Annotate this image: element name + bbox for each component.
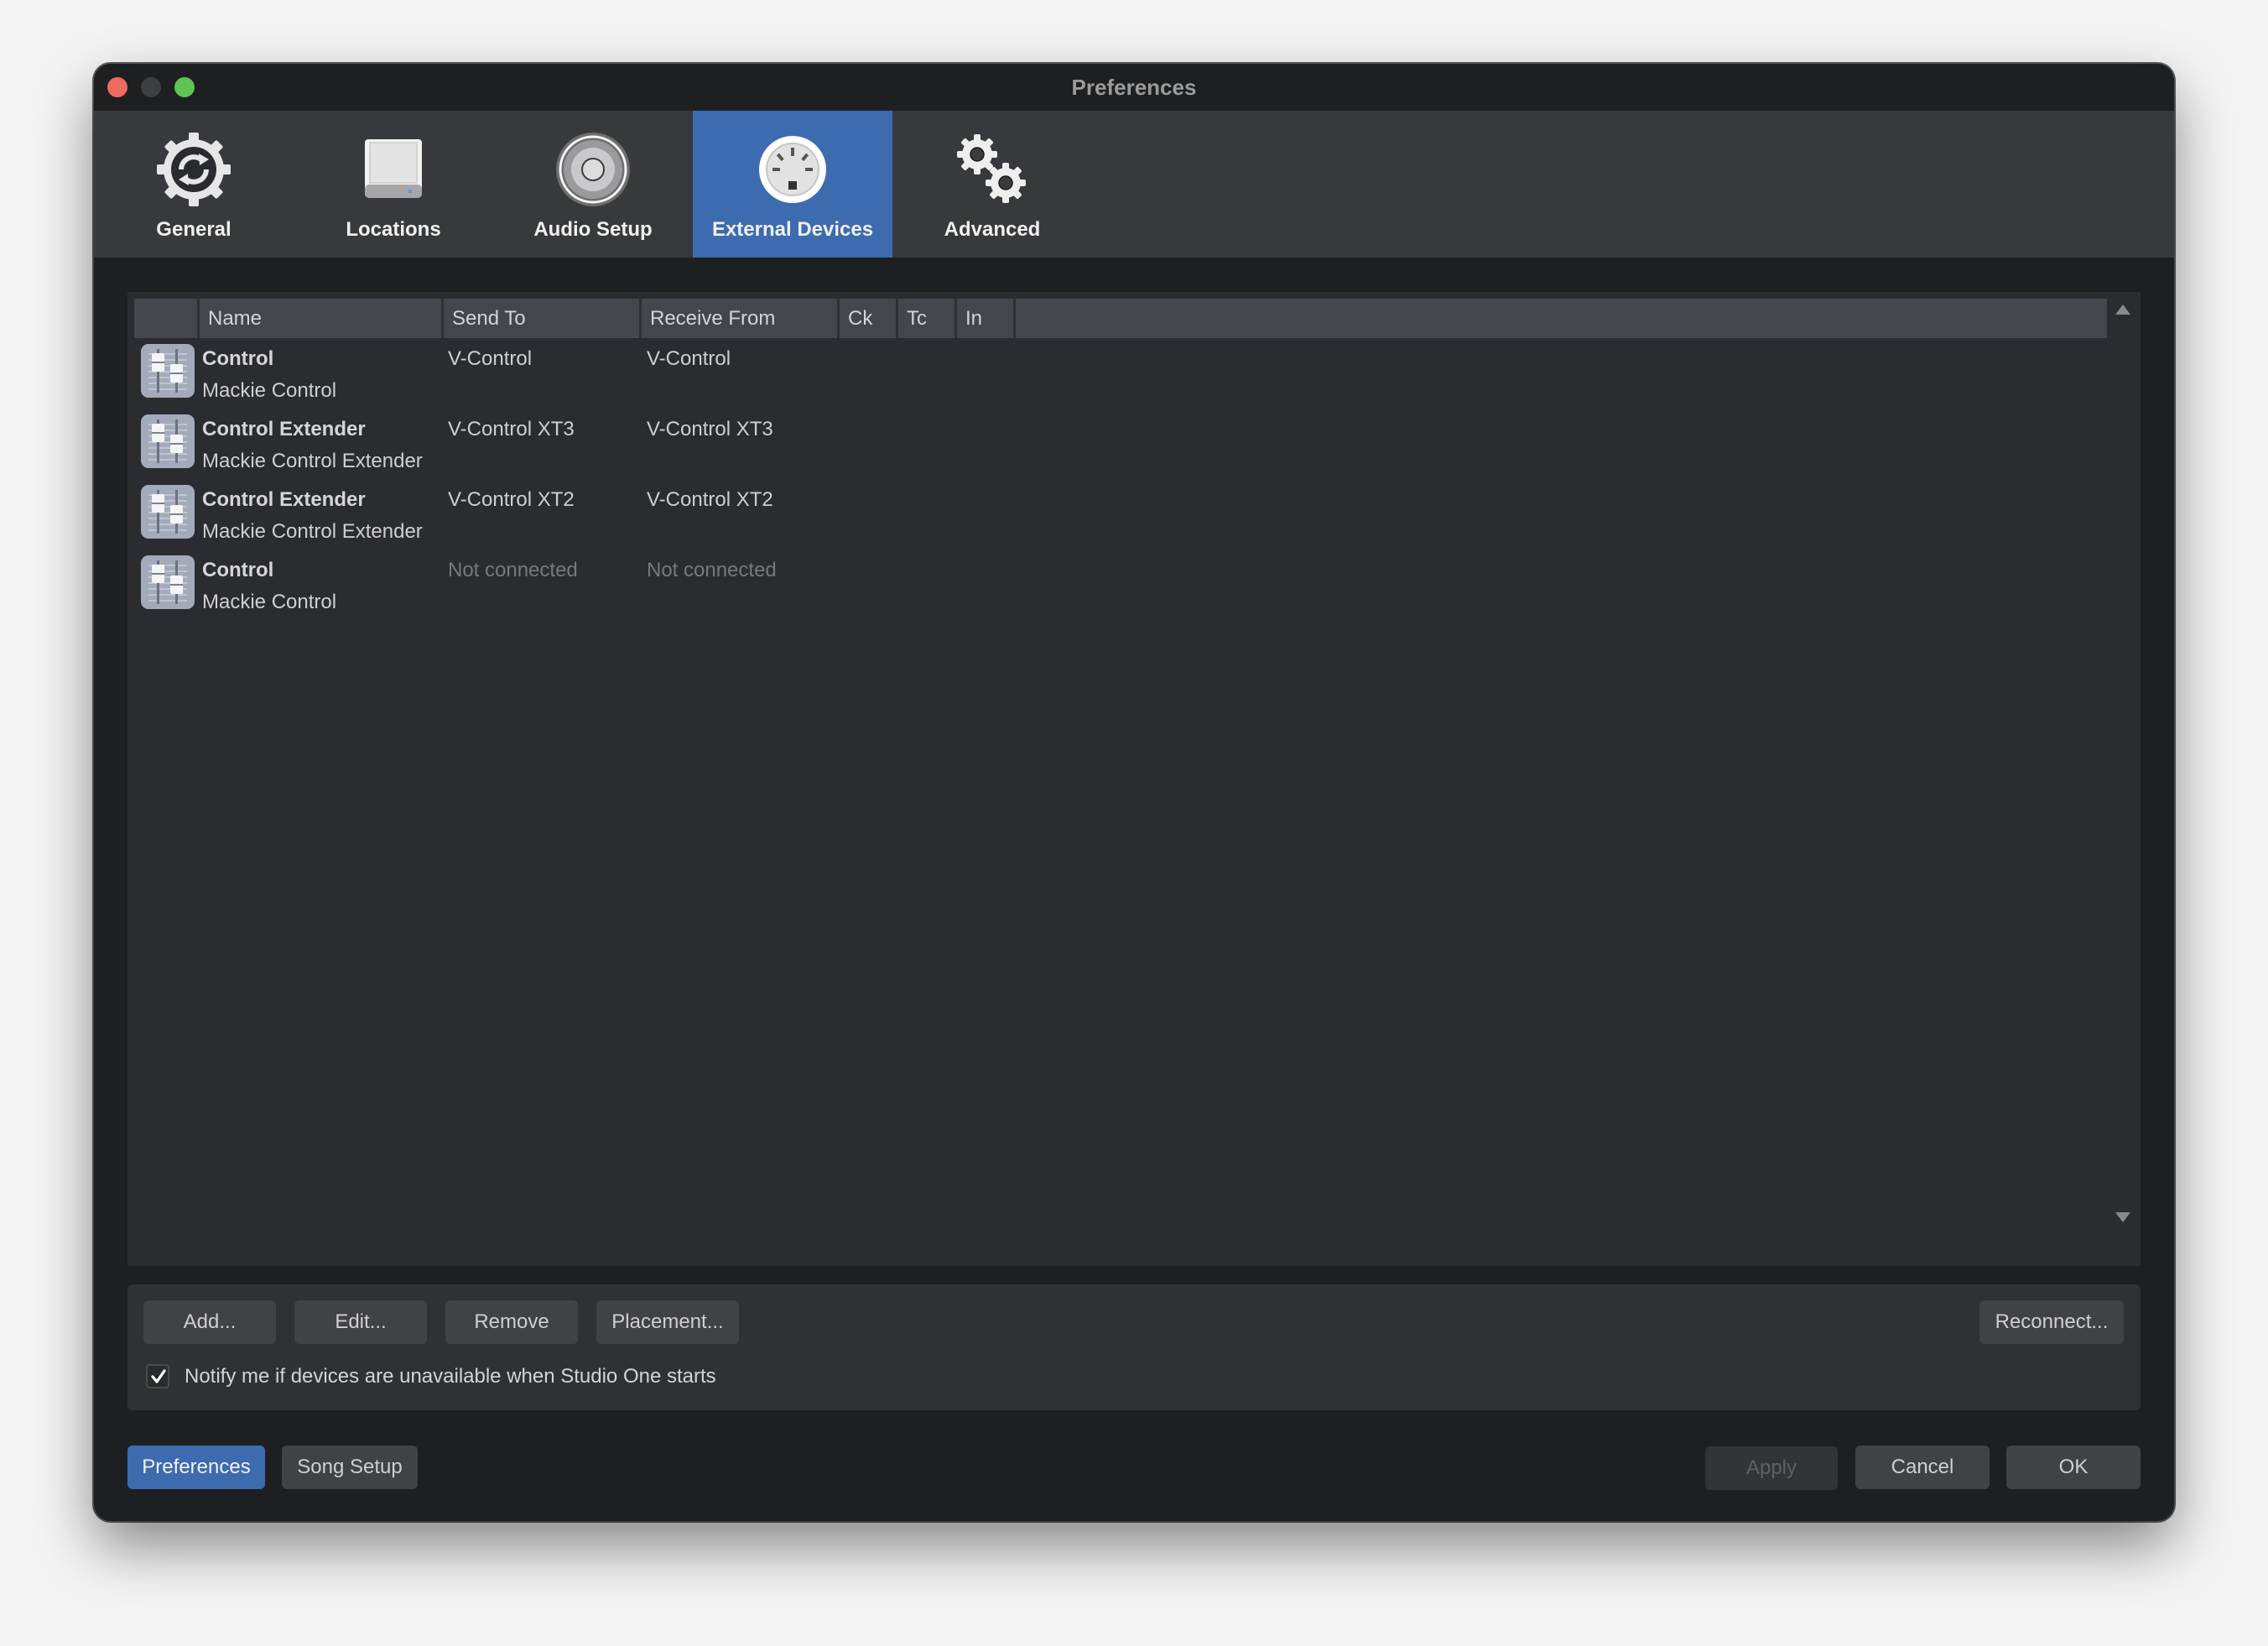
- notify-label: Notify me if devices are unavailable whe…: [185, 1365, 716, 1388]
- tab-external-devices[interactable]: External Devices: [693, 111, 892, 258]
- cancel-button[interactable]: Cancel: [1855, 1445, 1990, 1489]
- device-name: Control Extender: [202, 488, 366, 511]
- device-receive-from: V-Control: [647, 347, 731, 370]
- fader-control-icon: [141, 485, 195, 539]
- remove-button[interactable]: Remove: [445, 1300, 578, 1344]
- tab-general[interactable]: General: [94, 111, 294, 258]
- tab-label: External Devices: [711, 218, 874, 241]
- column-header-in[interactable]: In: [957, 299, 1016, 338]
- speaker-icon: [556, 133, 630, 206]
- song-setup-button[interactable]: Song Setup: [282, 1445, 418, 1489]
- add-button[interactable]: Add...: [143, 1300, 276, 1344]
- tab-label: Audio Setup: [533, 218, 653, 241]
- window-title: Preferences: [1071, 75, 1197, 100]
- table-header: Name Send To Receive From Ck Tc In: [134, 299, 2107, 338]
- column-header-tc[interactable]: Tc: [898, 299, 957, 338]
- preferences-button[interactable]: Preferences: [127, 1445, 265, 1489]
- drive-icon: [365, 139, 422, 198]
- device-model: Mackie Control Extender: [202, 450, 423, 472]
- ok-button[interactable]: OK: [2006, 1445, 2141, 1489]
- column-header-icon[interactable]: [134, 299, 200, 338]
- notify-checkbox[interactable]: [146, 1364, 169, 1388]
- tab-locations[interactable]: Locations: [294, 111, 493, 258]
- device-receive-from: V-Control XT2: [647, 488, 773, 511]
- tab-audio-setup[interactable]: Audio Setup: [493, 111, 693, 258]
- device-row[interactable]: Control Extender Mackie Control Extender V…: [134, 414, 2107, 485]
- tab-advanced[interactable]: Advanced: [892, 111, 1092, 258]
- device-send-to: V-Control XT2: [448, 488, 575, 511]
- preferences-toolbar: General Locations Audio Setup External D…: [94, 111, 2174, 258]
- gears-icon: [957, 134, 1026, 203]
- device-model: Mackie Control Extender: [202, 520, 423, 543]
- midi-port-icon: [759, 136, 826, 203]
- device-row[interactable]: Control Mackie Control V-Control V-Control: [134, 344, 2107, 414]
- device-receive-from: V-Control XT3: [647, 418, 773, 440]
- device-send-to: V-Control XT3: [448, 418, 575, 440]
- reconnect-button[interactable]: Reconnect...: [1979, 1300, 2124, 1344]
- device-receive-from: Not connected: [647, 559, 777, 581]
- scroll-up-arrow[interactable]: [2115, 305, 2130, 315]
- preferences-window: Preferences General Locations Audio Setu…: [94, 64, 2174, 1521]
- fader-control-icon: [141, 344, 195, 398]
- device-name: Control Extender: [202, 418, 366, 440]
- column-header-name[interactable]: Name: [200, 299, 444, 338]
- device-row[interactable]: Control Extender Mackie Control Extender V…: [134, 485, 2107, 555]
- tab-label: Locations: [346, 218, 441, 241]
- apply-button[interactable]: Apply: [1705, 1446, 1838, 1490]
- device-model: Mackie Control: [202, 591, 337, 613]
- title-bar: Preferences: [94, 64, 2174, 111]
- device-send-to: Not connected: [448, 559, 578, 581]
- device-name: Control: [202, 559, 274, 581]
- device-row[interactable]: Control Mackie Control Not connected Not co…: [134, 555, 2107, 626]
- edit-button[interactable]: Edit...: [294, 1300, 427, 1344]
- column-header-receive-from[interactable]: Receive From: [642, 299, 840, 338]
- column-header-ck[interactable]: Ck: [840, 299, 898, 338]
- fader-control-icon: [141, 555, 195, 609]
- column-header-send-to[interactable]: Send To: [444, 299, 642, 338]
- placement-button[interactable]: Placement...: [596, 1300, 739, 1344]
- device-table-panel: Name Send To Receive From Ck Tc In Contr…: [127, 292, 2141, 1319]
- device-send-to: V-Control: [448, 347, 533, 370]
- device-actions-panel: Add... Edit... Remove Placement... Recon…: [127, 1284, 2141, 1410]
- gear-sync-icon: [157, 133, 231, 206]
- fader-control-icon: [141, 414, 195, 468]
- checkmark-icon: [151, 1369, 166, 1383]
- scroll-down-arrow[interactable]: [2115, 1212, 2130, 1222]
- device-model: Mackie Control: [202, 379, 337, 402]
- device-name: Control: [202, 347, 274, 370]
- tab-label: Advanced: [944, 218, 1041, 241]
- tab-label: General: [156, 218, 231, 241]
